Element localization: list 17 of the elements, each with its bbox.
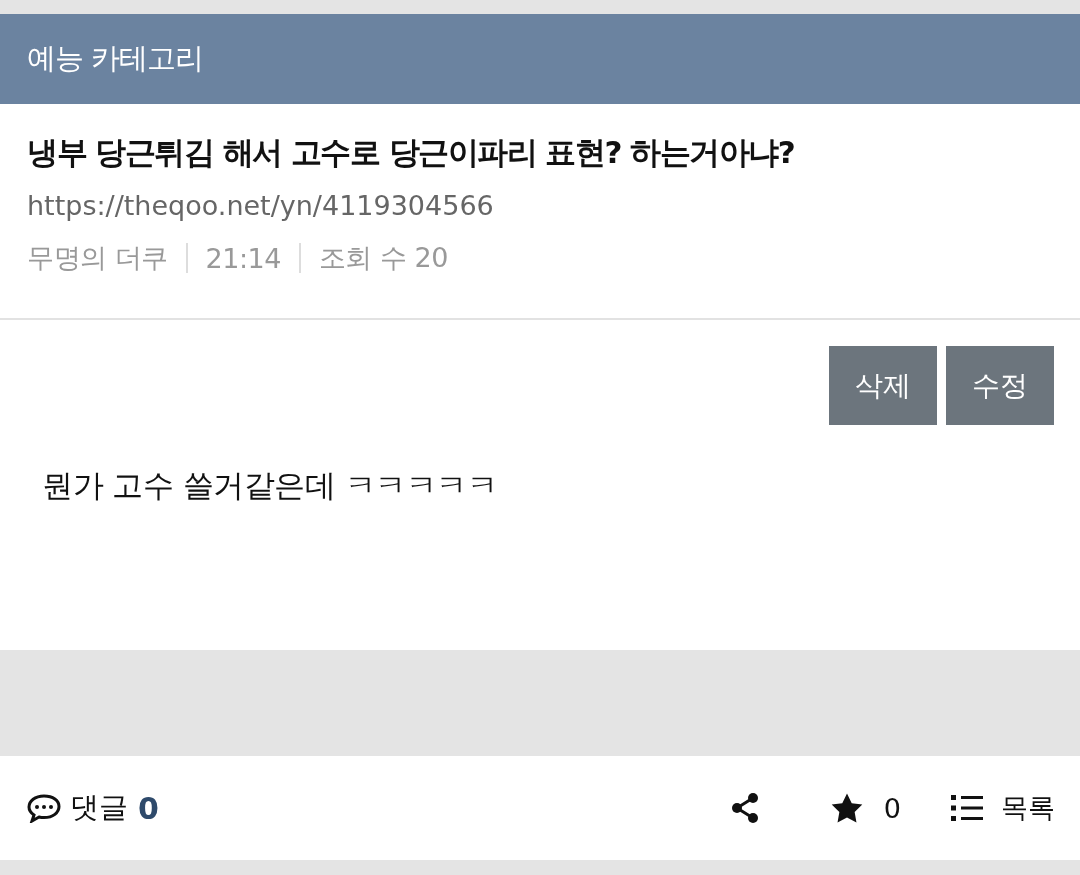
post-body: 뭔가 고수 쓸거같은데 ㅋㅋㅋㅋㅋ [42,466,499,505]
meta-text: 무명의 더쿠 [27,241,168,275]
share-icon[interactable] [729,792,760,824]
action-button[interactable]: 삭제 [829,346,937,425]
category-title: 예능 카테고리 [27,40,204,77]
star-icon[interactable] [829,792,864,824]
list-icon[interactable] [951,794,985,822]
meta-text: 21:14 [205,242,281,274]
meta-text: 조회 수 20 [318,241,448,275]
speech-bubble-icon[interactable] [26,793,62,823]
comments-label[interactable]: 댓글 [70,788,128,828]
post-url[interactable]: https://theqoo.net/yn/4119304566 [27,186,1053,226]
favorites-count: 0 [883,792,901,824]
action-button[interactable]: 수정 [946,346,1054,425]
comments-count: 0 [138,790,159,826]
post-title: 냉부 당근튀김 해서 고수로 당근이파리 표현? 하는거아냐? [27,133,796,172]
list-label[interactable]: 목록 [1001,790,1055,826]
